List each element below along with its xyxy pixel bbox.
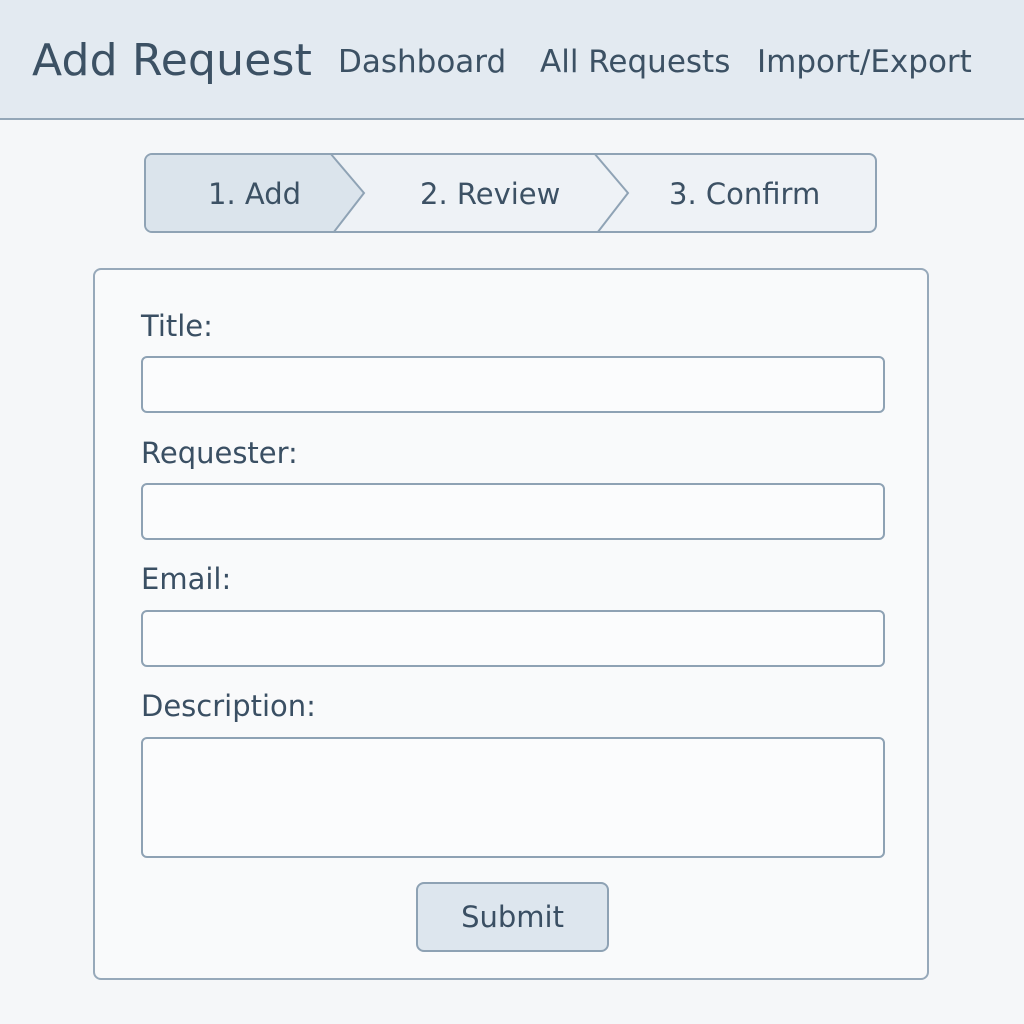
email-input[interactable]	[141, 610, 885, 667]
requester-label: Requester:	[141, 436, 298, 470]
title-input[interactable]	[141, 356, 885, 413]
step-add[interactable]: 1. Add	[208, 175, 301, 213]
nav-link-dashboard[interactable]: Dashboard	[338, 42, 506, 82]
request-form: Title: Requester: Email: Description: Su…	[93, 268, 929, 980]
step-confirm[interactable]: 3. Confirm	[669, 175, 820, 213]
nav-link-all-requests[interactable]: All Requests	[540, 42, 730, 82]
step-divider-2	[594, 155, 630, 231]
email-label: Email:	[141, 562, 232, 596]
submit-button[interactable]: Submit	[416, 882, 609, 952]
page-title: Add Request	[32, 35, 313, 86]
requester-input[interactable]	[141, 483, 885, 540]
progress-stepper: 1. Add 2. Review 3. Confirm	[144, 153, 877, 233]
description-textarea[interactable]	[141, 737, 885, 858]
top-header: Add Request Dashboard All Requests Impor…	[0, 0, 1024, 120]
title-label: Title:	[141, 309, 213, 343]
description-label: Description:	[141, 689, 316, 723]
nav-link-import-export[interactable]: Import/Export	[757, 42, 972, 82]
step-review[interactable]: 2. Review	[420, 175, 560, 213]
